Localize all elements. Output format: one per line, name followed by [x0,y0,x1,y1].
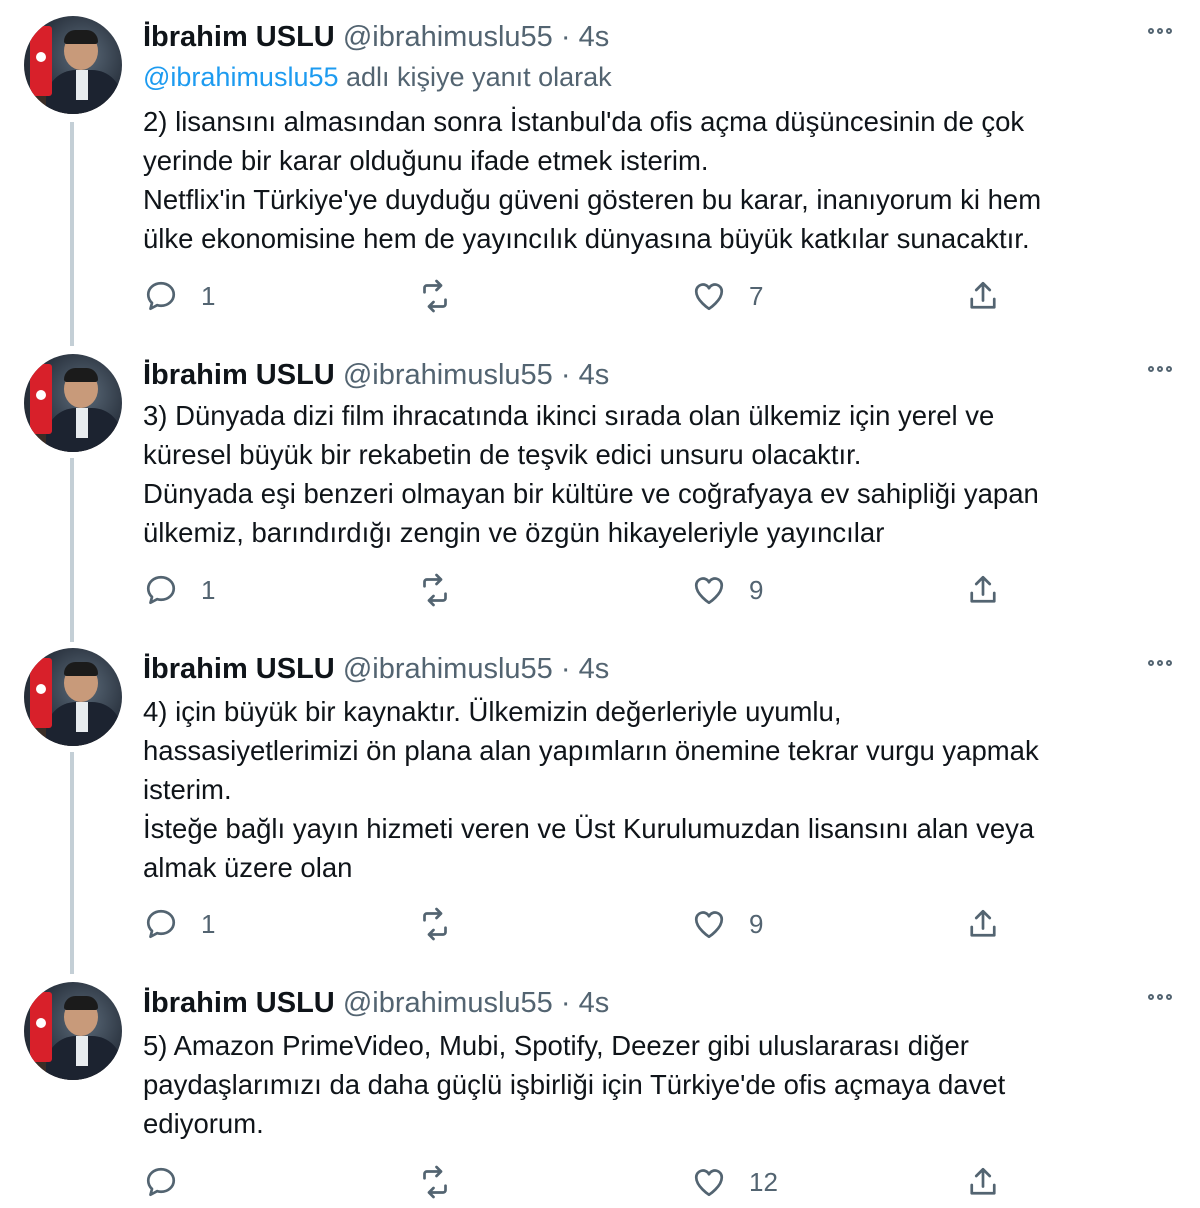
tweet-line: 3) Dünyada dizi film ihracatında ikinci … [143,400,995,431]
tweet[interactable]: İbrahim USLU @ibrahimuslu55 · 4s 4) için… [0,648,1200,968]
share-icon [965,906,1001,942]
tweet-line: 2) lisansını almasından sonra İstanbul'd… [143,106,1025,137]
more-icon[interactable] [1148,994,1172,1000]
tweet[interactable]: İbrahim USLU @ibrahimuslu55 · 4s @ibrahi… [0,16,1200,336]
separator: · [560,21,571,53]
tweet-line: yerinde bir karar olduğunu ifade etmek i… [143,145,709,176]
more-icon[interactable] [1148,660,1172,666]
tweet-actions: 1 7 [0,276,1200,316]
separator: · [560,359,571,391]
share-button[interactable] [965,1162,1001,1202]
tweet-line: ülkemiz, barındırdığı zengin ve özgün hi… [143,517,885,548]
like-button[interactable]: 9 [691,570,763,610]
author-name[interactable]: İbrahim USLU [143,359,335,391]
like-count: 7 [749,280,764,311]
reply-button[interactable] [143,1162,201,1202]
share-button[interactable] [965,904,1001,944]
author-handle[interactable]: @ibrahimuslu55 [343,21,553,53]
separator: · [560,987,571,1019]
separator: · [560,653,571,685]
like-button[interactable]: 7 [691,276,763,316]
retweet-button[interactable] [417,904,475,944]
tweet-line: Netflix'in Türkiye'ye duyduğu güveni gös… [143,184,1042,215]
reply-button[interactable]: 1 [143,570,215,610]
reply-count: 1 [201,574,216,605]
tweet-line: hassasiyetlerimizi ön plana alan yapımla… [143,735,1039,766]
like-count: 9 [749,908,764,939]
tweet-actions: 1 9 [0,904,1200,944]
author-handle[interactable]: @ibrahimuslu55 [343,359,553,391]
author-handle[interactable]: @ibrahimuslu55 [343,653,553,685]
tweet-header: İbrahim USLU @ibrahimuslu55 · 4s [143,986,609,1020]
retweet-icon [417,1164,453,1200]
tweet-actions: 1 9 [0,570,1200,610]
retweet-button[interactable] [417,276,475,316]
heart-icon [691,572,727,608]
tweet-text: 3) Dünyada dizi film ihracatında ikinci … [143,396,1178,552]
timestamp[interactable]: 4s [579,653,610,685]
reply-button[interactable]: 1 [143,276,215,316]
timestamp[interactable]: 4s [579,21,610,53]
tweet-line: 4) için büyük bir kaynaktır. Ülkemizin d… [143,696,842,727]
like-count: 9 [749,574,764,605]
more-icon[interactable] [1148,366,1172,372]
tweet-line: İsteğe bağlı yayın hizmeti veren ve Üst … [143,813,1035,844]
like-button[interactable]: 12 [691,1162,778,1202]
tweet-text: 4) için büyük bir kaynaktır. Ülkemizin d… [143,692,1178,887]
reply-icon [143,572,179,608]
author-name[interactable]: İbrahim USLU [143,653,335,685]
author-name[interactable]: İbrahim USLU [143,21,335,53]
reply-count: 1 [201,908,216,939]
tweet-line: ülke ekonomisine hem de yayıncılık dünya… [143,223,1030,254]
avatar[interactable] [24,648,122,746]
tweet-actions: 12 [0,1162,1200,1202]
tweet-line: ediyorum. [143,1108,264,1139]
tweet-header: İbrahim USLU @ibrahimuslu55 · 4s [143,652,609,686]
tweet-header: İbrahim USLU @ibrahimuslu55 · 4s [143,20,609,54]
retweet-icon [417,278,453,314]
heart-icon [691,1164,727,1200]
tweet-line: 5) Amazon PrimeVideo, Mubi, Spotify, Dee… [143,1030,969,1061]
tweet-line: Dünyada eşi benzeri olmayan bir kültüre … [143,478,1039,509]
reply-icon [143,906,179,942]
reply-icon [143,278,179,314]
reply-context-text: adlı kişiye yanıt olarak [346,62,612,92]
heart-icon [691,906,727,942]
heart-icon [691,278,727,314]
timestamp[interactable]: 4s [579,359,610,391]
reply-context: @ibrahimuslu55 adlı kişiye yanıt olarak [143,62,612,93]
tweet[interactable]: İbrahim USLU @ibrahimuslu55 · 4s 5) Amaz… [0,982,1200,1208]
like-count: 12 [749,1166,778,1197]
tweet-line: küresel büyük bir rekabetin de teşvik ed… [143,439,862,470]
more-icon[interactable] [1148,28,1172,34]
reply-button[interactable]: 1 [143,904,215,944]
avatar[interactable] [24,16,122,114]
share-icon [965,1164,1001,1200]
tweet-text: 2) lisansını almasından sonra İstanbul'd… [143,102,1178,258]
retweet-icon [417,572,453,608]
share-button[interactable] [965,570,1001,610]
tweet-line: isterim. [143,774,232,805]
share-icon [965,278,1001,314]
like-button[interactable]: 9 [691,904,763,944]
reply-count: 1 [201,280,216,311]
retweet-icon [417,906,453,942]
timestamp[interactable]: 4s [579,987,610,1019]
author-name[interactable]: İbrahim USLU [143,987,335,1019]
retweet-button[interactable] [417,570,475,610]
retweet-button[interactable] [417,1162,475,1202]
tweet-header: İbrahim USLU @ibrahimuslu55 · 4s [143,358,609,392]
tweet-line: paydaşlarımızı da daha güçlü işbirliği i… [143,1069,1006,1100]
reply-mention-link[interactable]: @ibrahimuslu55 [143,62,339,92]
share-icon [965,572,1001,608]
author-handle[interactable]: @ibrahimuslu55 [343,987,553,1019]
avatar[interactable] [24,982,122,1080]
tweet-line: almak üzere olan [143,852,353,883]
tweet[interactable]: İbrahim USLU @ibrahimuslu55 · 4s 3) Düny… [0,354,1200,634]
reply-icon [143,1164,179,1200]
share-button[interactable] [965,276,1001,316]
avatar[interactable] [24,354,122,452]
tweet-text: 5) Amazon PrimeVideo, Mubi, Spotify, Dee… [143,1026,1178,1143]
